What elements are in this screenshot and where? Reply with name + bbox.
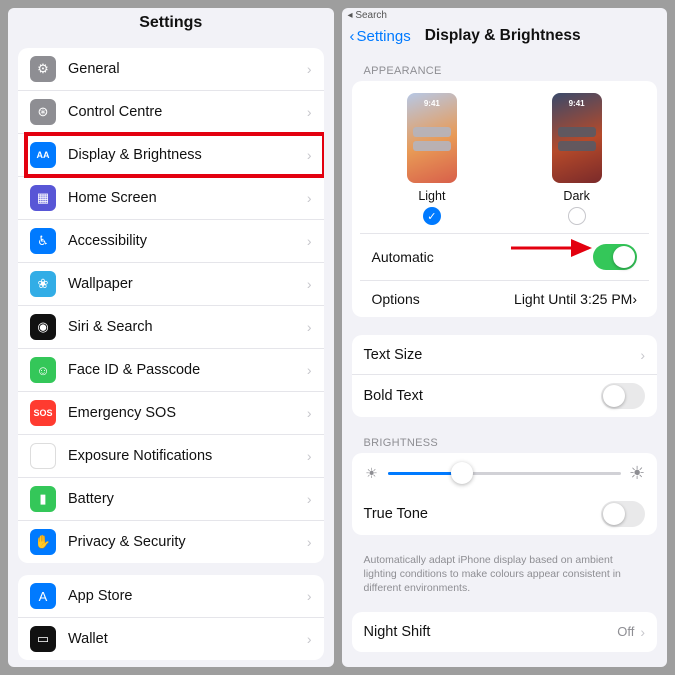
sidebar-item-accessibility[interactable]: ♿︎ Accessibility› [18, 220, 324, 263]
wallpaper-icon: ❀ [30, 271, 56, 297]
control-centre-icon: ⊛ [30, 99, 56, 125]
chevron-right-icon: › [632, 291, 637, 307]
brightness-slider-row: ☀︎ ☀︎ [352, 453, 658, 493]
detail-title: Display & Brightness [425, 27, 581, 45]
back-to-search-hint[interactable]: ◂ Search [342, 8, 668, 23]
privacy-icon: ✋ [30, 529, 56, 555]
chevron-right-icon: › [307, 147, 312, 163]
general-icon: ⚙︎ [30, 56, 56, 82]
sidebar-item-face-id[interactable]: ☺ Face ID & Passcode› [18, 349, 324, 392]
sidebar-item-label: Battery [68, 491, 307, 507]
dark-thumbnail: 9:41 [552, 93, 602, 183]
sidebar-item-exposure[interactable]: ✹ Exposure Notifications› [18, 435, 324, 478]
options-value: Light Until 3:25 PM [514, 291, 632, 307]
brightness-group-label: BRIGHTNESS [342, 429, 668, 453]
home-screen-icon: ▦ [30, 185, 56, 211]
light-radio-checked[interactable]: ✓ [423, 207, 441, 225]
dark-radio-unchecked[interactable] [568, 207, 586, 225]
sidebar-item-label: Face ID & Passcode [68, 362, 307, 378]
light-thumbnail: 9:41 [407, 93, 457, 183]
appearance-dark-option[interactable]: 9:41 Dark [552, 93, 602, 225]
page-title: Settings [8, 8, 334, 42]
sidebar-item-siri-search[interactable]: ◉ Siri & Search› [18, 306, 324, 349]
wallet-icon: ▭ [30, 626, 56, 652]
sidebar-item-label: Home Screen [68, 190, 307, 206]
true-tone-toggle[interactable] [601, 501, 645, 527]
sidebar-item-display-brightness[interactable]: AA Display & Brightness› [18, 134, 324, 177]
true-tone-footnote: Automatically adapt iPhone display based… [342, 547, 668, 606]
chevron-right-icon: › [307, 362, 312, 378]
sidebar-item-label: Siri & Search [68, 319, 307, 335]
exposure-icon: ✹ [30, 443, 56, 469]
chevron-right-icon: › [307, 104, 312, 120]
display-brightness-pane: ◂ Search ‹ Settings Display & Brightness… [342, 8, 668, 667]
sidebar-item-label: Display & Brightness [68, 147, 307, 163]
back-button[interactable]: ‹ Settings [350, 28, 411, 45]
chevron-right-icon: › [640, 347, 645, 363]
sun-large-icon: ☀︎ [629, 465, 645, 481]
bold-text-toggle[interactable] [601, 383, 645, 409]
automatic-toggle[interactable] [593, 244, 637, 270]
chevron-right-icon: › [307, 534, 312, 550]
sidebar-item-general[interactable]: ⚙︎ General› [18, 48, 324, 91]
sidebar-item-label: Wallpaper [68, 276, 307, 292]
sidebar-item-label: App Store [68, 588, 307, 604]
night-shift-row[interactable]: Night Shift Off › [352, 612, 658, 652]
chevron-right-icon: › [307, 233, 312, 249]
text-size-row[interactable]: Text Size › [352, 335, 658, 375]
battery-icon: ▮ [30, 486, 56, 512]
sidebar-item-app-store[interactable]: A App Store› [18, 575, 324, 618]
chevron-right-icon: › [307, 276, 312, 292]
chevron-right-icon: › [307, 190, 312, 206]
sidebar-item-label: Emergency SOS [68, 405, 307, 421]
sidebar-item-label: Control Centre [68, 104, 307, 120]
automatic-label: Automatic [372, 249, 594, 265]
sidebar-item-control-centre[interactable]: ⊛ Control Centre› [18, 91, 324, 134]
sidebar-item-label: General [68, 61, 307, 77]
chevron-right-icon: › [307, 491, 312, 507]
sidebar-item-label: Privacy & Security [68, 534, 307, 550]
chevron-left-icon: ‹ [350, 28, 355, 45]
sidebar-item-wallet[interactable]: ▭ Wallet› [18, 618, 324, 660]
sidebar-item-privacy[interactable]: ✋ Privacy & Security› [18, 521, 324, 563]
app-store-icon: A [30, 583, 56, 609]
sun-small-icon: ☀︎ [364, 465, 380, 481]
appearance-light-option[interactable]: 9:41 Light ✓ [407, 93, 457, 225]
true-tone-row: True Tone [352, 493, 658, 535]
sidebar-item-home-screen[interactable]: ▦ Home Screen› [18, 177, 324, 220]
appearance-section: 9:41 Light ✓ 9:41 Dark [352, 81, 658, 317]
chevron-right-icon: › [307, 405, 312, 421]
chevron-right-icon: › [640, 624, 645, 640]
siri-search-icon: ◉ [30, 314, 56, 340]
sidebar-item-label: Wallet [68, 631, 307, 647]
chevron-right-icon: › [307, 631, 312, 647]
chevron-right-icon: › [307, 448, 312, 464]
settings-list-pane: Settings ⚙︎General›⊛Control Centre›AADis… [8, 8, 334, 667]
sidebar-item-wallpaper[interactable]: ❀ Wallpaper› [18, 263, 324, 306]
accessibility-icon: ♿︎ [30, 228, 56, 254]
emergency-sos-icon: SOS [30, 400, 56, 426]
appearance-group-label: APPEARANCE [342, 57, 668, 81]
sidebar-item-label: Exposure Notifications [68, 448, 307, 464]
sidebar-item-battery[interactable]: ▮ Battery› [18, 478, 324, 521]
sidebar-item-emergency-sos[interactable]: SOS Emergency SOS› [18, 392, 324, 435]
chevron-right-icon: › [307, 319, 312, 335]
face-id-icon: ☺ [30, 357, 56, 383]
display-brightness-icon: AA [30, 142, 56, 168]
options-row[interactable]: Options Light Until 3:25 PM › [360, 280, 650, 317]
sidebar-item-label: Accessibility [68, 233, 307, 249]
brightness-slider[interactable] [388, 472, 622, 475]
chevron-right-icon: › [307, 588, 312, 604]
bold-text-row: Bold Text [352, 375, 658, 417]
chevron-right-icon: › [307, 61, 312, 77]
